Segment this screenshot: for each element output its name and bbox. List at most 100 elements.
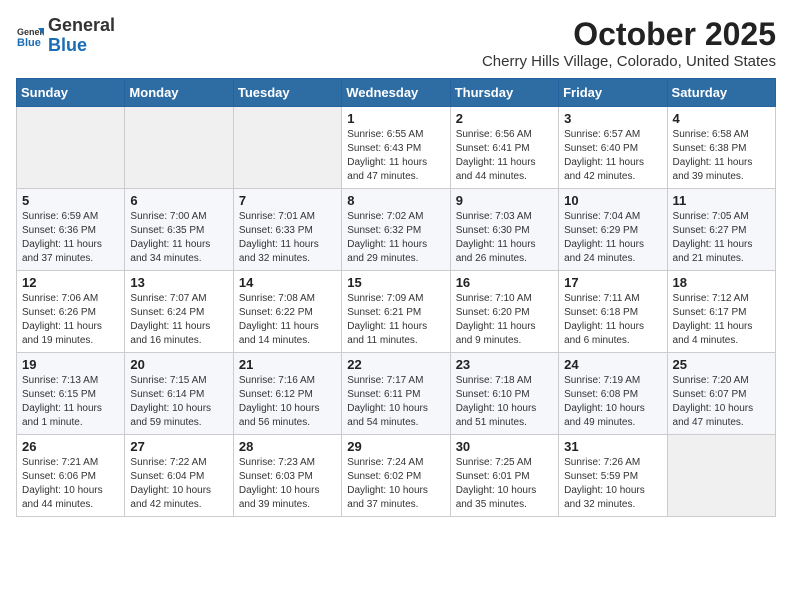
svg-text:Blue: Blue bbox=[17, 37, 41, 49]
day-number: 20 bbox=[130, 357, 227, 372]
calendar-cell: 17 Sunrise: 7:11 AM Sunset: 6:18 PM Dayli… bbox=[559, 271, 667, 353]
day-number: 12 bbox=[22, 275, 119, 290]
calendar-cell: 24 Sunrise: 7:19 AM Sunset: 6:08 PM Dayli… bbox=[559, 353, 667, 435]
weekday-header: Wednesday bbox=[342, 79, 450, 107]
day-number: 18 bbox=[673, 275, 770, 290]
day-info: Sunrise: 7:21 AM Sunset: 6:06 PM Dayligh… bbox=[22, 456, 119, 512]
weekday-header: Sunday bbox=[17, 79, 125, 107]
day-info: Sunrise: 7:17 AM Sunset: 6:11 PM Dayligh… bbox=[347, 374, 444, 430]
weekday-header-row: SundayMondayTuesdayWednesdayThursdayFrid… bbox=[17, 79, 776, 107]
day-info: Sunrise: 7:02 AM Sunset: 6:32 PM Dayligh… bbox=[347, 210, 444, 266]
location-text: Cherry Hills Village, Colorado, United S… bbox=[482, 53, 776, 70]
day-number: 21 bbox=[239, 357, 336, 372]
day-info: Sunrise: 7:04 AM Sunset: 6:29 PM Dayligh… bbox=[564, 210, 661, 266]
day-info: Sunrise: 7:19 AM Sunset: 6:08 PM Dayligh… bbox=[564, 374, 661, 430]
day-info: Sunrise: 7:26 AM Sunset: 5:59 PM Dayligh… bbox=[564, 456, 661, 512]
calendar-cell: 14 Sunrise: 7:08 AM Sunset: 6:22 PM Dayli… bbox=[233, 271, 341, 353]
day-info: Sunrise: 6:57 AM Sunset: 6:40 PM Dayligh… bbox=[564, 128, 661, 184]
logo-icon: General Blue bbox=[16, 22, 44, 50]
logo-general-text: General bbox=[48, 15, 115, 35]
title-block: October 2025 Cherry Hills Village, Color… bbox=[482, 16, 776, 70]
day-number: 2 bbox=[456, 111, 553, 126]
day-info: Sunrise: 7:03 AM Sunset: 6:30 PM Dayligh… bbox=[456, 210, 553, 266]
calendar-cell: 27Sunrise: 7:22 AM Sunset: 6:04 PM Dayli… bbox=[125, 435, 233, 517]
weekday-header: Friday bbox=[559, 79, 667, 107]
calendar-cell: 19 Sunrise: 7:13 AM Sunset: 6:15 PM Dayli… bbox=[17, 353, 125, 435]
calendar-cell: 6Sunrise: 7:00 AM Sunset: 6:35 PM Daylig… bbox=[125, 189, 233, 271]
calendar-cell: 13 Sunrise: 7:07 AM Sunset: 6:24 PM Dayli… bbox=[125, 271, 233, 353]
calendar-cell: 22 Sunrise: 7:17 AM Sunset: 6:11 PM Dayli… bbox=[342, 353, 450, 435]
day-info: Sunrise: 7:01 AM Sunset: 6:33 PM Dayligh… bbox=[239, 210, 336, 266]
calendar-cell: 18 Sunrise: 7:12 AM Sunset: 6:17 PM Dayli… bbox=[667, 271, 775, 353]
day-info: Sunrise: 6:55 AM Sunset: 6:43 PM Dayligh… bbox=[347, 128, 444, 184]
day-info: Sunrise: 7:18 AM Sunset: 6:10 PM Dayligh… bbox=[456, 374, 553, 430]
day-info: Sunrise: 7:16 AM Sunset: 6:12 PM Dayligh… bbox=[239, 374, 336, 430]
weekday-header: Tuesday bbox=[233, 79, 341, 107]
day-number: 29 bbox=[347, 439, 444, 454]
day-number: 22 bbox=[347, 357, 444, 372]
calendar-cell: 15 Sunrise: 7:09 AM Sunset: 6:21 PM Dayli… bbox=[342, 271, 450, 353]
calendar-cell: 23 Sunrise: 7:18 AM Sunset: 6:10 PM Dayli… bbox=[450, 353, 558, 435]
calendar-cell: 2 Sunrise: 6:56 AM Sunset: 6:41 PM Daylig… bbox=[450, 107, 558, 189]
day-info: Sunrise: 7:09 AM Sunset: 6:21 PM Dayligh… bbox=[347, 292, 444, 348]
weekday-header: Monday bbox=[125, 79, 233, 107]
page-header: General Blue General Blue October 2025 C… bbox=[16, 16, 776, 70]
day-info: Sunrise: 7:08 AM Sunset: 6:22 PM Dayligh… bbox=[239, 292, 336, 348]
calendar-cell: 20 Sunrise: 7:15 AM Sunset: 6:14 PM Dayli… bbox=[125, 353, 233, 435]
day-info: Sunrise: 7:11 AM Sunset: 6:18 PM Dayligh… bbox=[564, 292, 661, 348]
calendar-cell: 8 Sunrise: 7:02 AM Sunset: 6:32 PM Daylig… bbox=[342, 189, 450, 271]
day-number: 15 bbox=[347, 275, 444, 290]
calendar-table: SundayMondayTuesdayWednesdayThursdayFrid… bbox=[16, 78, 776, 517]
day-info: Sunrise: 7:05 AM Sunset: 6:27 PM Dayligh… bbox=[673, 210, 770, 266]
day-number: 9 bbox=[456, 193, 553, 208]
day-number: 28 bbox=[239, 439, 336, 454]
calendar-week-row: 5Sunrise: 6:59 AM Sunset: 6:36 PM Daylig… bbox=[17, 189, 776, 271]
calendar-cell: 26 Sunrise: 7:21 AM Sunset: 6:06 PM Dayli… bbox=[17, 435, 125, 517]
day-number: 10 bbox=[564, 193, 661, 208]
day-number: 16 bbox=[456, 275, 553, 290]
day-info: Sunrise: 7:07 AM Sunset: 6:24 PM Dayligh… bbox=[130, 292, 227, 348]
day-number: 26 bbox=[22, 439, 119, 454]
day-info: Sunrise: 7:12 AM Sunset: 6:17 PM Dayligh… bbox=[673, 292, 770, 348]
day-number: 4 bbox=[673, 111, 770, 126]
calendar-cell: 28 Sunrise: 7:23 AM Sunset: 6:03 PM Dayli… bbox=[233, 435, 341, 517]
calendar-cell: 31 Sunrise: 7:26 AM Sunset: 5:59 PM Dayli… bbox=[559, 435, 667, 517]
calendar-cell: 25 Sunrise: 7:20 AM Sunset: 6:07 PM Dayli… bbox=[667, 353, 775, 435]
day-number: 8 bbox=[347, 193, 444, 208]
calendar-cell: 5Sunrise: 6:59 AM Sunset: 6:36 PM Daylig… bbox=[17, 189, 125, 271]
calendar-cell bbox=[667, 435, 775, 517]
calendar-cell: 29 Sunrise: 7:24 AM Sunset: 6:02 PM Dayli… bbox=[342, 435, 450, 517]
day-info: Sunrise: 7:13 AM Sunset: 6:15 PM Dayligh… bbox=[22, 374, 119, 430]
calendar-cell bbox=[125, 107, 233, 189]
day-number: 23 bbox=[456, 357, 553, 372]
day-number: 19 bbox=[22, 357, 119, 372]
calendar-cell: 7Sunrise: 7:01 AM Sunset: 6:33 PM Daylig… bbox=[233, 189, 341, 271]
day-number: 3 bbox=[564, 111, 661, 126]
day-info: Sunrise: 7:24 AM Sunset: 6:02 PM Dayligh… bbox=[347, 456, 444, 512]
day-info: Sunrise: 7:06 AM Sunset: 6:26 PM Dayligh… bbox=[22, 292, 119, 348]
day-number: 14 bbox=[239, 275, 336, 290]
day-info: Sunrise: 7:15 AM Sunset: 6:14 PM Dayligh… bbox=[130, 374, 227, 430]
day-number: 6 bbox=[130, 193, 227, 208]
day-info: Sunrise: 7:25 AM Sunset: 6:01 PM Dayligh… bbox=[456, 456, 553, 512]
day-number: 1 bbox=[347, 111, 444, 126]
day-number: 30 bbox=[456, 439, 553, 454]
day-info: Sunrise: 7:20 AM Sunset: 6:07 PM Dayligh… bbox=[673, 374, 770, 430]
calendar-cell bbox=[233, 107, 341, 189]
day-info: Sunrise: 6:59 AM Sunset: 6:36 PM Dayligh… bbox=[22, 210, 119, 266]
month-title: October 2025 bbox=[482, 16, 776, 53]
day-info: Sunrise: 7:23 AM Sunset: 6:03 PM Dayligh… bbox=[239, 456, 336, 512]
day-number: 13 bbox=[130, 275, 227, 290]
calendar-cell: 4Sunrise: 6:58 AM Sunset: 6:38 PM Daylig… bbox=[667, 107, 775, 189]
day-number: 24 bbox=[564, 357, 661, 372]
day-info: Sunrise: 7:10 AM Sunset: 6:20 PM Dayligh… bbox=[456, 292, 553, 348]
day-info: Sunrise: 6:56 AM Sunset: 6:41 PM Dayligh… bbox=[456, 128, 553, 184]
calendar-cell: 12 Sunrise: 7:06 AM Sunset: 6:26 PM Dayli… bbox=[17, 271, 125, 353]
day-number: 27 bbox=[130, 439, 227, 454]
day-number: 17 bbox=[564, 275, 661, 290]
day-number: 31 bbox=[564, 439, 661, 454]
calendar-week-row: 1 Sunrise: 6:55 AM Sunset: 6:43 PM Daylig… bbox=[17, 107, 776, 189]
calendar-cell bbox=[17, 107, 125, 189]
day-number: 25 bbox=[673, 357, 770, 372]
calendar-cell: 1 Sunrise: 6:55 AM Sunset: 6:43 PM Daylig… bbox=[342, 107, 450, 189]
